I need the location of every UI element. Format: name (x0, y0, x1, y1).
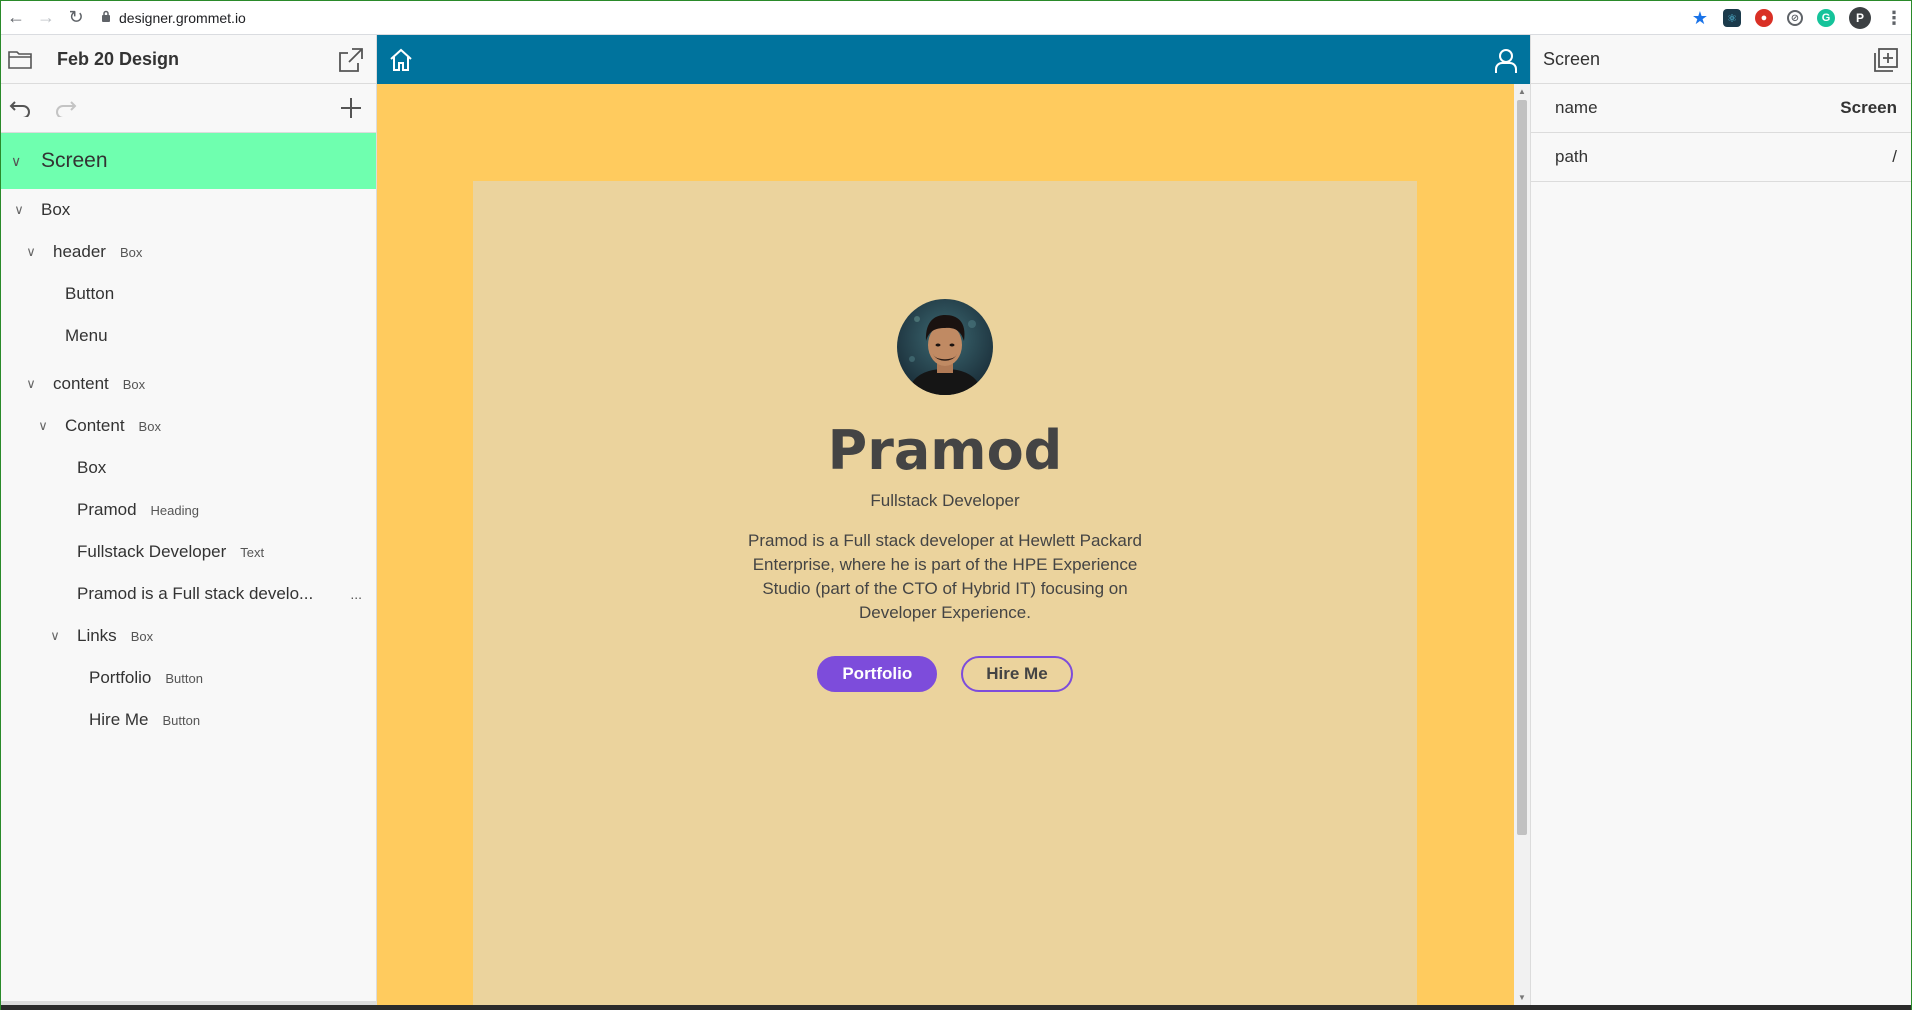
redo-icon[interactable] (51, 93, 81, 123)
folder-icon[interactable] (7, 48, 33, 70)
scrollbar-thumb[interactable] (1517, 100, 1527, 835)
chevron-down-icon[interactable]: ∨ (11, 153, 27, 170)
canvas-scrollbar[interactable]: ▲ ▼ (1514, 84, 1530, 1005)
tree-item-content[interactable]: ∨ Content Box (1, 405, 376, 447)
chevron-down-icon[interactable]: ∨ (47, 628, 63, 644)
chevron-down-icon[interactable]: ∨ (11, 202, 27, 218)
tree-item-label: Portfolio (89, 668, 152, 687)
scroll-down-arrow-icon[interactable]: ▼ (1518, 993, 1526, 1002)
tree-item-label: Fullstack Developer (77, 542, 227, 561)
portfolio-button[interactable]: Portfolio (817, 656, 938, 692)
taskbar-strip (1, 1005, 1911, 1010)
browser-menu-icon[interactable]: ⋮ (1885, 8, 1903, 28)
tree-item-fullstack-developer[interactable]: Fullstack Developer Text (1, 531, 376, 573)
tree-item-content[interactable]: ∨ content Box (1, 363, 376, 405)
bookmark-star-icon[interactable]: ★ (1691, 8, 1709, 28)
tree-item-label: content (53, 374, 109, 393)
tree-item-pramod[interactable]: Pramod Heading (1, 489, 376, 531)
tree-item-pramod-is-a-full-stack-develo[interactable]: Pramod is a Full stack develo...... (1, 573, 376, 615)
tree-item-links[interactable]: ∨ Links Box (1, 615, 376, 657)
tree-item-portfolio[interactable]: Portfolio Button (1, 657, 376, 699)
user-icon[interactable] (1494, 48, 1518, 73)
tree-item-type: Box (138, 418, 161, 434)
duplicate-icon[interactable] (1873, 47, 1899, 78)
react-devtools-extension-icon[interactable]: ⚛ (1723, 9, 1741, 27)
hire-me-button[interactable]: Hire Me (961, 656, 1073, 692)
links-box: Portfolio Hire Me (473, 656, 1417, 692)
tree-item-box[interactable]: ∨ Box (1, 189, 376, 231)
component-tree: ∨ Box ∨ header Box Button Menu ∨ content Box ∨ Cont… (1, 189, 376, 741)
lock-icon (101, 10, 111, 25)
tree-item-box[interactable]: Box (1, 447, 376, 489)
tree-item-type: Text (240, 544, 265, 560)
profile-avatar[interactable]: P (1849, 7, 1871, 29)
block-extension-icon[interactable]: ⊘ (1787, 10, 1803, 26)
tree-item-label: Box (77, 458, 107, 477)
back-arrow-icon[interactable]: ← (1, 1, 31, 35)
tree-item-type: Button (162, 712, 201, 728)
properties-title: Screen (1543, 48, 1601, 69)
profile-bio-text: Pramod is a Full stack developer at Hewl… (747, 531, 1142, 622)
chevron-down-icon[interactable]: ∨ (23, 244, 39, 260)
tree-item-header[interactable]: ∨ header Box (1, 231, 376, 273)
tree-item-label: Hire Me (89, 710, 149, 729)
share-icon[interactable] (338, 47, 364, 78)
chevron-down-icon[interactable]: ∨ (23, 376, 39, 392)
app-header (377, 35, 1530, 84)
chevron-down-icon[interactable]: ∨ (35, 418, 51, 434)
properties-panel: Screen name Screen path / (1530, 35, 1911, 1005)
reload-icon[interactable]: ↻ (61, 1, 91, 35)
design-title[interactable]: Feb 20 Design (57, 49, 179, 70)
tree-item-label: Links (77, 626, 117, 645)
tree-item-label: Content (65, 416, 125, 435)
tree-item-type: Box (130, 628, 154, 644)
tree-item-type: Button (165, 670, 203, 686)
grammarly-extension-icon[interactable]: G (1817, 9, 1835, 27)
profile-name-heading: Pramod (827, 419, 1063, 482)
design-canvas: Pramod Fullstack Developer Pramod is a F… (377, 35, 1530, 1005)
tree-item-label: Box (41, 200, 71, 219)
property-value[interactable]: Screen (1840, 98, 1897, 118)
tree-item-button[interactable]: Button (1, 273, 376, 315)
more-icon[interactable]: ... (350, 586, 362, 602)
tree-item-label: Screen (41, 149, 108, 172)
property-value[interactable]: / (1892, 147, 1897, 167)
home-icon[interactable] (389, 48, 413, 72)
profile-avatar-image (897, 299, 993, 395)
tree-item-label: Pramod is a Full stack develo... (77, 584, 314, 603)
tree-item-hire-me[interactable]: Hire Me Button (1, 699, 376, 741)
tree-item-type: Box (122, 376, 146, 392)
tree-item-label: header (53, 242, 106, 261)
property-label: name (1555, 98, 1598, 117)
add-icon[interactable] (336, 93, 366, 123)
content-box: Pramod Fullstack Developer Pramod is a F… (473, 181, 1417, 1005)
browser-toolbar: ← → ↻ designer.grommet.io ★ ⚛ ● ⊘ G P ⋮ (1, 1, 1911, 35)
tree-item-menu[interactable]: Menu (1, 315, 376, 357)
edit-toolbar (1, 84, 376, 133)
property-path-row[interactable]: path / (1531, 133, 1911, 182)
undo-icon[interactable] (5, 93, 35, 123)
forward-arrow-icon[interactable]: → (31, 1, 61, 35)
tree-item-label: Button (65, 284, 115, 303)
layers-panel: Feb 20 Design ∨ Screen ∨ Box ∨ header Box But… (1, 35, 377, 1005)
property-name-row[interactable]: name Screen (1531, 84, 1911, 133)
tree-item-screen[interactable]: ∨ Screen (1, 133, 376, 189)
tree-item-type: Heading (150, 502, 199, 518)
address-bar[interactable]: designer.grommet.io (101, 10, 246, 26)
profile-role-text: Fullstack Developer (870, 491, 1020, 510)
property-label: path (1555, 147, 1589, 166)
tree-item-type: Box (119, 244, 143, 260)
url-text: designer.grommet.io (119, 9, 246, 26)
tree-item-label: Menu (65, 326, 108, 345)
red-extension-icon[interactable]: ● (1755, 9, 1773, 27)
properties-header: Screen (1531, 35, 1911, 84)
scroll-up-arrow-icon[interactable]: ▲ (1518, 87, 1526, 96)
tree-item-label: Pramod (77, 500, 137, 519)
design-header: Feb 20 Design (1, 35, 376, 84)
